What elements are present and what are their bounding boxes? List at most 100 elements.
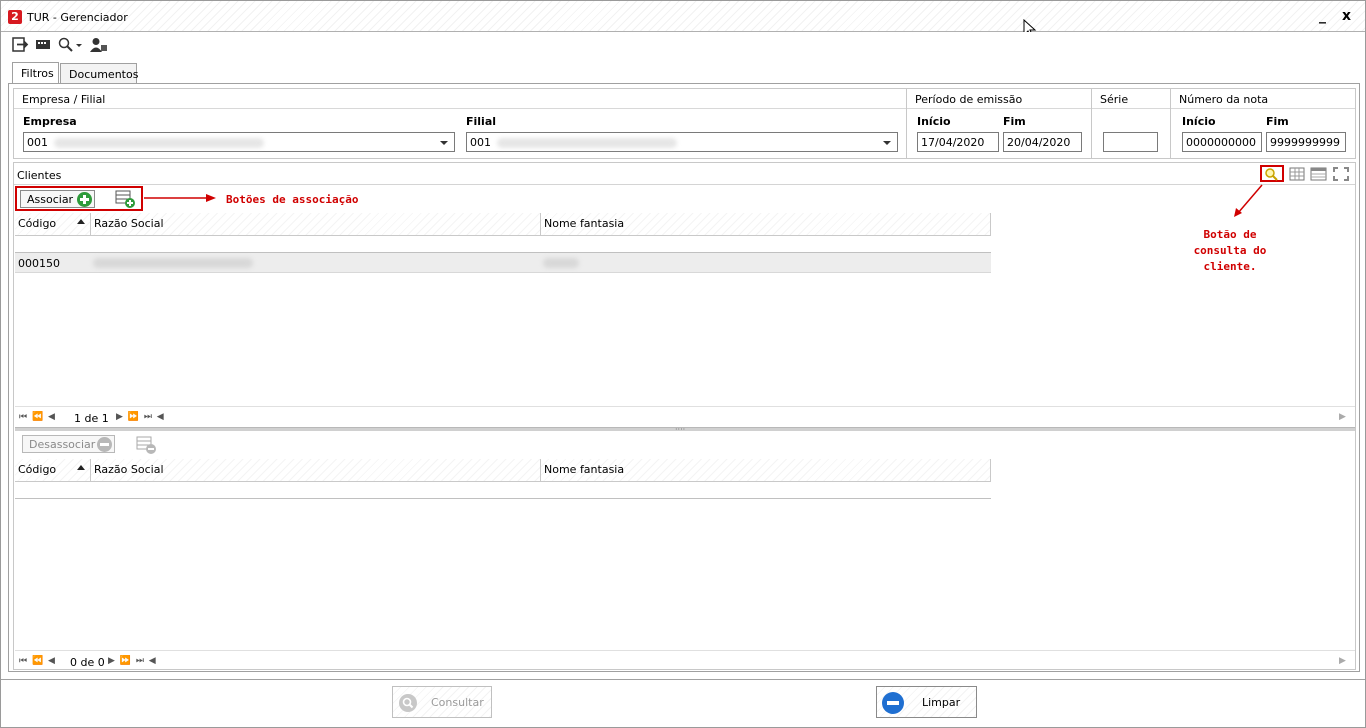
minimize-button[interactable]: _: [1319, 8, 1326, 24]
filial-select[interactable]: 001: [466, 132, 898, 152]
divider: [15, 235, 991, 236]
pager-first-prev-icons[interactable]: ⏮ ⏪ ◀: [19, 656, 56, 666]
pager-next-last-icons[interactable]: ▶ ⏩ ⏭ ◀: [116, 412, 165, 422]
nome-fantasia-redacted: [543, 258, 579, 268]
periodo-fim-input[interactable]: 20/04/2020: [1003, 132, 1082, 152]
divider: [14, 184, 1355, 185]
empresa-value: 001: [27, 136, 48, 149]
pager-status-lower: 0 de 0: [70, 656, 105, 669]
pager-next-last-icons[interactable]: ▶ ⏩ ⏭ ◀: [108, 656, 157, 666]
search-icon[interactable]: [1264, 167, 1280, 181]
exit-icon[interactable]: [12, 37, 29, 52]
table-row[interactable]: 000150: [15, 253, 991, 273]
annotation-consulta: Botão de consulta do cliente.: [1180, 227, 1280, 275]
col-nome-fantasia[interactable]: Nome fantasia: [541, 213, 991, 235]
search-dropdown-icon[interactable]: [58, 37, 86, 52]
row-codigo: 000150: [18, 257, 60, 270]
tab-panel-filtros: Empresa / Filial Empresa 001 Filial 001 …: [8, 83, 1360, 672]
empresa-select[interactable]: 001: [23, 132, 455, 152]
plus-icon: [77, 192, 92, 207]
associar-button[interactable]: Associar: [20, 190, 95, 208]
title-bar: 2 TUR - Gerenciador _ x: [1, 1, 1365, 39]
card-icon[interactable]: [35, 37, 52, 52]
tab-documentos[interactable]: Documentos: [60, 63, 138, 84]
footer-divider: [1, 679, 1365, 680]
splitter-grip-icon: ····: [675, 425, 686, 434]
empresa-label: Empresa: [23, 115, 77, 128]
nota-inicio-label: Início: [1182, 115, 1216, 128]
divider: [15, 498, 991, 499]
main-window: 2 TUR - Gerenciador _ x Filtros Document…: [0, 0, 1366, 728]
nota-fim-label: Fim: [1266, 115, 1289, 128]
razao-social-redacted: [93, 258, 253, 268]
col-codigo[interactable]: Código: [15, 213, 91, 235]
serie-input[interactable]: [1103, 132, 1158, 152]
grid-header: Código Razão Social Nome fantasia: [15, 213, 991, 235]
numero-nota-title: Número da nota: [1171, 89, 1355, 109]
periodo-emissao-group: Período de emissão Início 17/04/2020 Fim…: [906, 88, 1092, 159]
divider: [15, 481, 991, 482]
scroll-right-icon[interactable]: ▶: [1339, 412, 1347, 422]
annotation-arrow-consulta: [1234, 184, 1263, 217]
expand-icon[interactable]: [1333, 167, 1349, 181]
empresa-name-redacted: [54, 138, 264, 148]
chevron-down-icon: [883, 141, 891, 145]
col-razao-social[interactable]: Razão Social: [91, 459, 541, 481]
filial-name-redacted: [497, 138, 677, 148]
serie-group: Série: [1091, 88, 1171, 159]
annotation-associacao: Botões de associação: [226, 193, 359, 206]
periodo-fim-label: Fim: [1003, 115, 1026, 128]
col-razao-social[interactable]: Razão Social: [91, 213, 541, 235]
sort-asc-icon: [77, 219, 85, 224]
numero-nota-group: Número da nota Início 0000000000 Fim 999…: [1170, 88, 1356, 159]
consultar-button[interactable]: Consultar: [392, 686, 492, 718]
user-icon[interactable]: [90, 37, 107, 52]
empresa-filial-group: Empresa / Filial Empresa 001 Filial 001: [13, 88, 907, 159]
periodo-title: Período de emissão: [907, 89, 1091, 109]
col-codigo[interactable]: Código: [15, 459, 91, 481]
columns-icon[interactable]: [1289, 167, 1305, 181]
col-codigo-label: Código: [18, 463, 57, 476]
close-button[interactable]: x: [1342, 8, 1351, 24]
clientes-title: Clientes: [17, 169, 62, 182]
consultar-label: Consultar: [431, 696, 484, 709]
sort-asc-icon: [77, 465, 85, 470]
grid-header-lower: Código Razão Social Nome fantasia: [15, 459, 991, 481]
filial-label: Filial: [466, 115, 497, 128]
splitter[interactable]: ····: [15, 425, 1355, 434]
minus-icon: [97, 437, 112, 452]
divider: [15, 406, 1355, 407]
scroll-right-icon[interactable]: ▶: [1339, 656, 1347, 666]
annotation-consulta-line: Botão de: [1203, 228, 1257, 241]
pager-status: 1 de 1: [74, 412, 109, 425]
chevron-down-icon: [440, 141, 448, 145]
periodo-inicio-input[interactable]: 17/04/2020: [917, 132, 999, 152]
nota-inicio-input[interactable]: 0000000000: [1182, 132, 1262, 152]
periodo-inicio-label: Início: [917, 115, 951, 128]
col-codigo-label: Código: [18, 217, 57, 230]
clientes-panel: Clientes Botão de consulta do cliente. A…: [13, 162, 1356, 670]
limpar-label: Limpar: [922, 696, 961, 709]
annotation-consulta-line: cliente.: [1203, 260, 1257, 273]
tab-filtros[interactable]: Filtros: [12, 62, 59, 84]
pager-first-prev-icons[interactable]: ⏮ ⏪ ◀: [19, 412, 56, 422]
associar-todos-icon[interactable]: [115, 189, 137, 209]
annotation-consulta-line: consulta do: [1193, 244, 1267, 257]
filial-value: 001: [470, 136, 491, 149]
annotation-arrow-associacao: [144, 194, 216, 202]
col-nome-fantasia[interactable]: Nome fantasia: [541, 459, 991, 481]
limpar-button[interactable]: Limpar: [876, 686, 977, 718]
app-logo-icon: 2: [8, 10, 22, 24]
window-title: TUR - Gerenciador: [27, 11, 128, 24]
serie-title: Série: [1092, 89, 1170, 109]
grid-layout-icon[interactable]: [1310, 166, 1328, 181]
desassociar-button[interactable]: Desassociar: [22, 435, 115, 453]
empresa-filial-title: Empresa / Filial: [14, 89, 906, 109]
nota-fim-input[interactable]: 9999999999: [1266, 132, 1346, 152]
toolbar: [1, 32, 1365, 58]
minus-circle-icon: [882, 692, 904, 714]
associar-label: Associar: [27, 193, 74, 206]
divider: [15, 650, 1355, 651]
consultar-search-icon: [399, 694, 417, 712]
desassociar-todos-icon[interactable]: [136, 435, 158, 455]
